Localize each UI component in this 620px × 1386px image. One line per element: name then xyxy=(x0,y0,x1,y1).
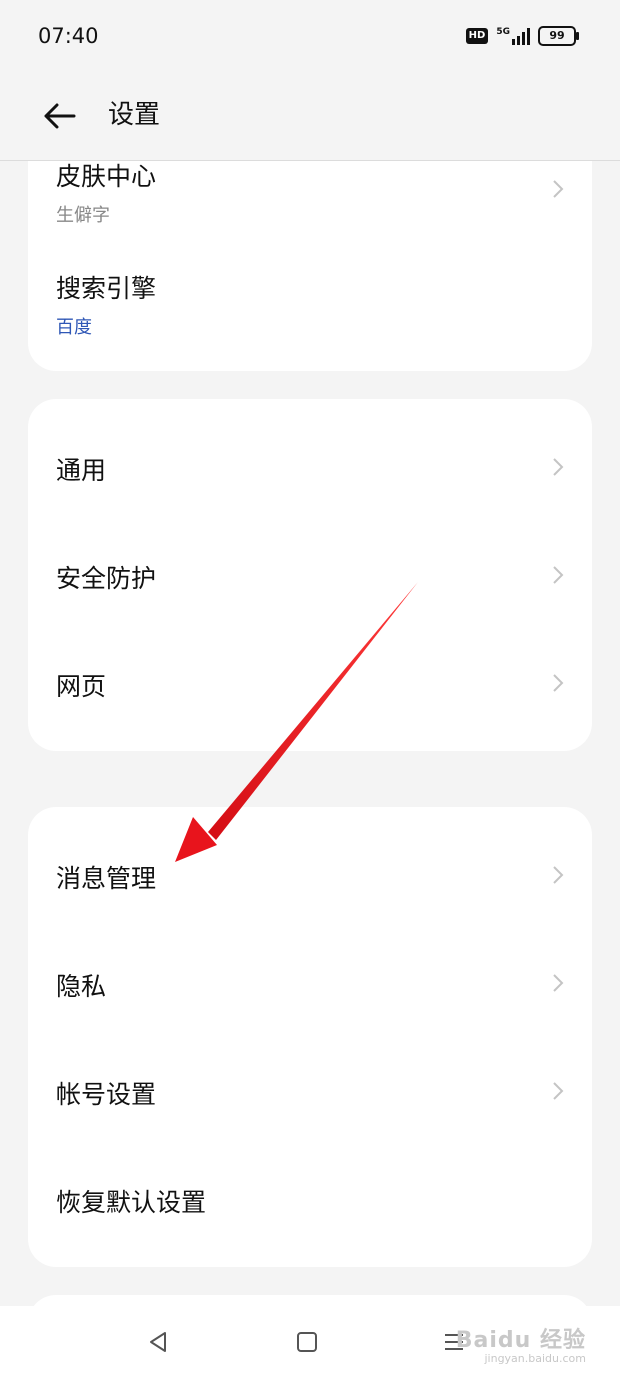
home-square-icon[interactable] xyxy=(295,1330,319,1354)
list-item-search-engine[interactable]: 搜索引擎 百度 xyxy=(28,269,592,377)
chevron-right-icon xyxy=(553,180,564,198)
chevron-right-icon xyxy=(553,566,564,584)
watermark-brand: Baidu 经验 xyxy=(455,1328,586,1353)
list-item-account-settings[interactable]: 帐号设置 xyxy=(28,1039,592,1147)
header: 设置 xyxy=(0,76,620,161)
status-bar: 07:40 HD 5G 99 xyxy=(0,0,620,76)
hd-icon: HD xyxy=(465,28,489,44)
network-type-label: 5G xyxy=(496,27,510,37)
item-label: 帐号设置 xyxy=(56,1080,157,1109)
item-label: 恢复默认设置 xyxy=(56,1188,207,1217)
settings-list[interactable]: 皮肤中心 生僻字 搜索引擎 百度 通用 安全防护 网页 消息管理 隐私 帐号设置… xyxy=(0,161,620,1306)
item-sublabel: 生僻字 xyxy=(56,205,110,226)
list-item-restore-defaults[interactable]: 恢复默认设置 xyxy=(28,1147,592,1255)
battery-icon: 99 xyxy=(538,26,579,46)
item-label: 消息管理 xyxy=(56,864,157,893)
item-label: 隐私 xyxy=(56,972,107,1001)
navigation-bar: Baidu 经验 jingyan.baidu.com xyxy=(0,1306,620,1386)
chevron-right-icon xyxy=(553,866,564,884)
list-item-privacy[interactable]: 隐私 xyxy=(28,931,592,1039)
chevron-right-icon xyxy=(553,1082,564,1100)
signal-icon: 5G xyxy=(496,27,530,45)
chevron-right-icon xyxy=(553,458,564,476)
card-more xyxy=(28,1295,592,1306)
chevron-right-icon xyxy=(553,974,564,992)
item-sublabel: 百度 xyxy=(56,317,92,338)
card-general: 通用 安全防护 网页 xyxy=(28,399,592,751)
list-item-webpage[interactable]: 网页 xyxy=(28,631,592,739)
item-label: 搜索引擎 xyxy=(56,274,157,303)
baidu-watermark: Baidu 经验 jingyan.baidu.com xyxy=(456,1322,586,1365)
list-item-skin-center[interactable]: 皮肤中心 生僻字 xyxy=(28,161,592,269)
back-triangle-icon[interactable] xyxy=(146,1330,170,1354)
list-item-general[interactable]: 通用 xyxy=(28,415,592,523)
card-account: 消息管理 隐私 帐号设置 恢复默认设置 xyxy=(28,807,592,1267)
list-item-message-management[interactable]: 消息管理 xyxy=(28,823,592,931)
back-arrow-icon[interactable] xyxy=(40,96,80,136)
status-icons: HD 5G 99 xyxy=(465,26,579,46)
list-item-security[interactable]: 安全防护 xyxy=(28,523,592,631)
card-appearance: 皮肤中心 生僻字 搜索引擎 百度 xyxy=(28,161,592,371)
status-time: 07:40 xyxy=(38,24,99,48)
item-label: 皮肤中心 xyxy=(56,162,157,191)
watermark-url: jingyan.baidu.com xyxy=(484,1352,586,1365)
chevron-right-icon xyxy=(553,674,564,692)
page-title: 设置 xyxy=(108,100,161,130)
item-label: 网页 xyxy=(56,672,107,701)
item-label: 安全防护 xyxy=(56,564,157,593)
item-label: 通用 xyxy=(56,456,107,485)
